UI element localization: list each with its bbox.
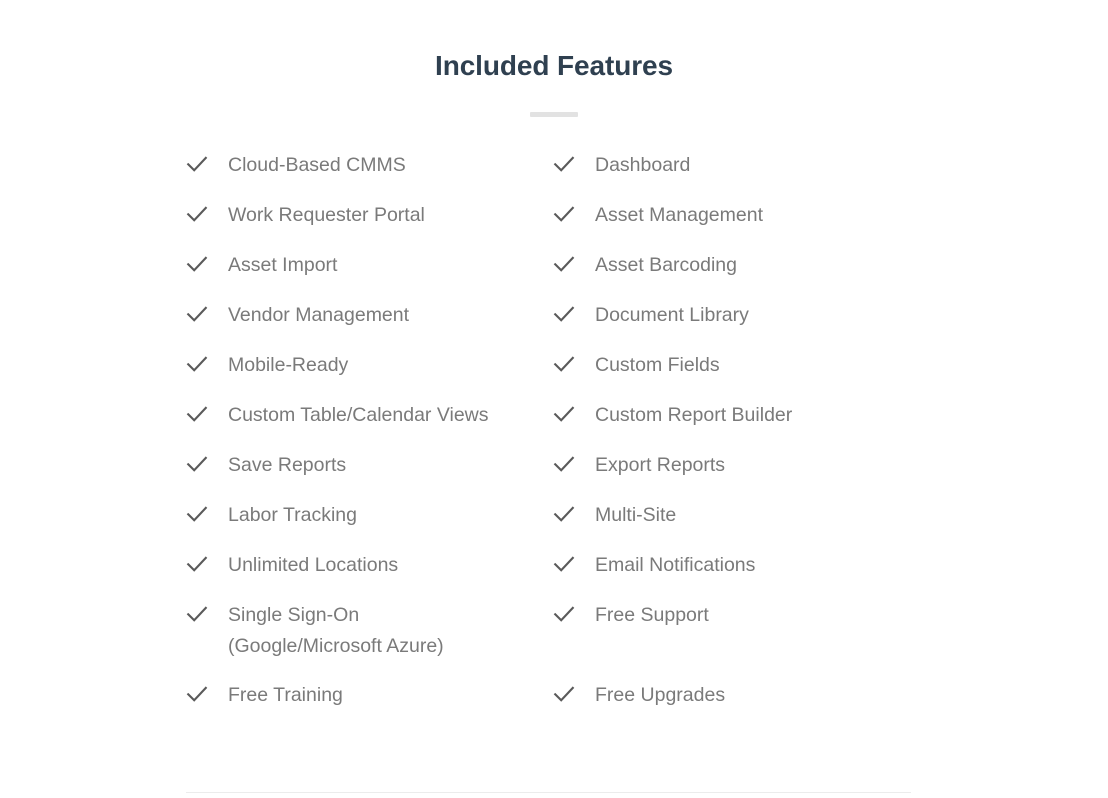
check-icon [553,453,575,475]
feature-item-label: Mobile-Ready [228,354,349,376]
check-icon [553,553,575,575]
feature-item: Custom Report Builder [553,400,933,450]
feature-item: Free Training [186,680,553,730]
features-columns: Cloud-Based CMMS Work Requester Portal Ass… [0,150,1108,730]
feature-item-label: Save Reports [228,454,347,476]
feature-item-label: Cloud-Based CMMS [228,154,406,176]
feature-item: Custom Fields [553,350,933,400]
feature-item-label: Custom Report Builder [595,404,793,426]
features-column-left: Cloud-Based CMMS Work Requester Portal Ass… [186,150,553,730]
check-icon [186,153,208,175]
check-icon [553,303,575,325]
check-icon [186,453,208,475]
feature-item: Email Notifications [553,550,933,600]
check-icon [553,153,575,175]
feature-item: Vendor Management [186,300,553,350]
feature-item-label: Multi-Site [595,504,677,526]
included-features-section: Included Features Cloud-Based CMMS Work R… [0,0,1108,798]
feature-item: Mobile-Ready [186,350,553,400]
feature-item: Export Reports [553,450,933,500]
feature-item-label: Free Upgrades [595,684,726,706]
feature-item-label: Email Notifications [595,554,756,576]
feature-item-label: Vendor Management [228,304,410,326]
feature-item: Free Upgrades [553,680,933,730]
check-icon [553,253,575,275]
feature-item-label: Asset Import [228,254,338,276]
check-icon [553,403,575,425]
feature-item-label: Document Library [595,304,749,326]
check-icon [186,303,208,325]
feature-item: Work Requester Portal [186,200,553,250]
feature-item-label: Custom Fields [595,354,720,376]
check-icon [553,353,575,375]
feature-item: Cloud-Based CMMS [186,150,553,200]
feature-item: Dashboard [553,150,933,200]
feature-item: Unlimited Locations [186,550,553,600]
feature-item-label: Asset Management [595,204,764,226]
check-icon [186,403,208,425]
check-icon [553,603,575,625]
feature-item-label: Free Support [595,604,709,626]
feature-item: Labor Tracking [186,500,553,550]
title-divider [530,112,578,117]
feature-item-label: Free Training [228,684,343,706]
feature-item: Document Library [553,300,933,350]
check-icon [186,203,208,225]
check-icon [553,203,575,225]
feature-item: Asset Management [553,200,933,250]
feature-item: Asset Import [186,250,553,300]
feature-item: Save Reports [186,450,553,500]
page-title: Included Features [435,50,673,81]
check-icon [186,503,208,525]
section-bottom-rule [186,792,911,793]
check-icon [186,253,208,275]
feature-item-label: Asset Barcoding [595,254,737,276]
check-icon [553,683,575,705]
feature-item: Asset Barcoding [553,250,933,300]
feature-item: Multi-Site [553,500,933,550]
feature-item-label: Work Requester Portal [228,204,425,226]
feature-item-label: Labor Tracking [228,504,357,526]
feature-item: Free Support [553,600,933,680]
check-icon [553,503,575,525]
feature-item-label: Single Sign-On (Google/Microsoft Azure) [228,604,444,657]
feature-item: Custom Table/Calendar Views [186,400,553,450]
feature-item-label: Unlimited Locations [228,554,399,576]
features-column-right: Dashboard Asset Management Asset Barcoding… [553,150,933,730]
feature-item-label: Export Reports [595,454,726,476]
check-icon [186,353,208,375]
feature-item: Single Sign-On (Google/Microsoft Azure) [186,600,553,680]
feature-item-label: Dashboard [595,154,691,176]
check-icon [186,603,208,625]
check-icon [186,553,208,575]
feature-item-label: Custom Table/Calendar Views [228,404,489,426]
check-icon [186,683,208,705]
